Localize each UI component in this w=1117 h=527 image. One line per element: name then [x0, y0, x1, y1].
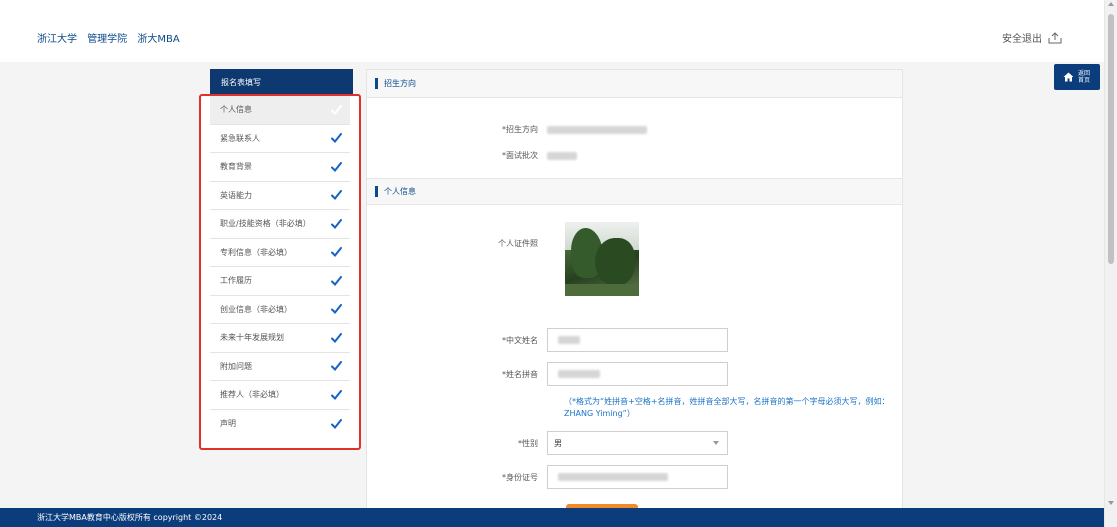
checkmark-icon	[331, 361, 342, 372]
page-scrollbar[interactable]	[1104, 0, 1117, 527]
home-button[interactable]: 返回首页	[1054, 64, 1100, 90]
pinyin-input[interactable]	[547, 362, 728, 386]
direction-value-redacted	[547, 125, 647, 134]
sidebar-step-label: 推荐人（非必填）	[220, 390, 284, 400]
top-bar: 浙江大学 管理学院 浙大MBA 安全退出	[0, 0, 1104, 62]
link-zju[interactable]: 浙江大学	[37, 34, 77, 45]
footer: 浙江大学MBA教育中心版权所有 copyright ©2024	[0, 508, 1104, 527]
chinese-name-redacted	[558, 336, 580, 344]
sidebar-step-item[interactable]: 职业/技能资格（非必填）	[210, 210, 350, 239]
interview-batch-value-redacted	[547, 151, 577, 160]
id-number-label: *身份证号	[502, 472, 538, 482]
sidebar-step-item[interactable]: 个人信息	[210, 96, 350, 125]
row-interview-batch: *面试批次	[367, 150, 577, 161]
checkmark-icon	[331, 161, 342, 172]
section-title-personal: 个人信息	[384, 187, 416, 196]
chinese-name-label: *中文姓名	[502, 335, 538, 345]
sidebar-step-item[interactable]: 附加问题	[210, 353, 350, 381]
sidebar-step-label: 紧急联系人	[220, 133, 260, 143]
sidebar-step-item[interactable]: 创业信息（非必填）	[210, 296, 350, 324]
photo-label: 个人证件照	[498, 239, 538, 248]
sidebar-step-item[interactable]: 声明	[210, 410, 350, 439]
chinese-name-input[interactable]	[547, 328, 728, 352]
sidebar-title: 报名表填写	[210, 69, 353, 94]
id-photo[interactable]	[565, 222, 639, 296]
row-id-number: *身份证号	[367, 465, 728, 489]
checkmark-icon	[331, 418, 342, 429]
checkmark-icon	[331, 389, 342, 400]
section-title-direction: 招生方向	[384, 79, 416, 88]
sidebar-step-label: 附加问题	[220, 361, 252, 371]
id-number-input[interactable]	[547, 465, 728, 489]
sidebar-step-label: 创业信息（非必填）	[220, 304, 292, 314]
scroll-down-arrow[interactable]	[1108, 501, 1114, 505]
section-marker	[375, 186, 378, 197]
scroll-thumb[interactable]	[1108, 14, 1114, 264]
brand-links: 浙江大学 管理学院 浙大MBA	[37, 30, 187, 45]
sidebar-step-item[interactable]: 未来十年发展规划	[210, 324, 350, 353]
home-icon	[1063, 72, 1074, 82]
pinyin-label: *姓名拼音	[502, 369, 538, 379]
direction-label: *招生方向	[502, 125, 538, 134]
chevron-down-icon	[713, 441, 719, 445]
gender-label: *性别	[518, 438, 538, 448]
row-gender: *性别 男	[367, 431, 728, 455]
checkmark-icon	[331, 247, 342, 258]
section-header-direction: 招生方向	[367, 70, 902, 98]
sidebar-step-label: 个人信息	[220, 105, 252, 115]
sidebar-step-item[interactable]: 工作履历	[210, 267, 350, 296]
interview-batch-label: *面试批次	[502, 151, 538, 160]
section-header-personal: 个人信息	[367, 178, 902, 205]
link-mba[interactable]: 浙大MBA	[137, 34, 179, 45]
logout-icon	[1048, 31, 1062, 43]
sidebar-step-item[interactable]: 紧急联系人	[210, 125, 350, 153]
sidebar-step-label: 英语能力	[220, 190, 252, 200]
link-som[interactable]: 管理学院	[87, 34, 127, 45]
application-form: 招生方向 *招生方向 *面试批次 个人信息 个人证件照 *中文姓名 *姓名拼音 …	[366, 69, 903, 510]
sidebar-step-label: 职业/技能资格（非必填）	[220, 219, 311, 229]
logout-label: 安全退出	[1002, 34, 1042, 45]
logout-button[interactable]: 安全退出	[1002, 30, 1062, 45]
pinyin-format-hint: （*格式为“姓拼音+空格+名拼音，姓拼音全部大写，名拼音的第一个字母必须大写，例…	[564, 397, 890, 418]
sidebar-step-item[interactable]: 英语能力	[210, 182, 350, 210]
checkmark-icon	[331, 104, 342, 115]
row-direction: *招生方向	[367, 124, 647, 135]
gender-select[interactable]: 男	[547, 431, 728, 455]
sidebar-step-list: 个人信息紧急联系人教育背景英语能力职业/技能资格（非必填） 专利信息（非必填） 工作…	[199, 94, 361, 450]
row-chinese-name: *中文姓名	[367, 328, 728, 352]
form-sidebar: 报名表填写 个人信息紧急联系人教育背景英语能力职业/技能资格（非必填） 专利信息（…	[199, 69, 361, 450]
section-marker	[375, 78, 378, 89]
checkmark-icon	[331, 304, 342, 315]
sidebar-step-label: 教育背景	[220, 162, 252, 172]
row-pinyin: *姓名拼音	[367, 362, 728, 386]
scroll-up-arrow[interactable]	[1108, 2, 1114, 6]
id-number-redacted	[558, 473, 668, 481]
checkmark-icon	[331, 190, 342, 201]
row-photo: 个人证件照	[367, 238, 547, 249]
copyright-text: 浙江大学MBA教育中心版权所有 copyright ©2024	[37, 513, 223, 522]
sidebar-step-item[interactable]: 专利信息（非必填）	[210, 239, 350, 267]
checkmark-icon	[331, 275, 342, 286]
home-button-label: 返回首页	[1077, 70, 1090, 84]
gender-value: 男	[554, 438, 562, 448]
checkmark-icon	[331, 332, 342, 343]
sidebar-step-label: 工作履历	[220, 276, 252, 286]
sidebar-step-label: 专利信息（非必填）	[220, 247, 292, 257]
sidebar-step-label: 声明	[220, 419, 236, 429]
sidebar-step-item[interactable]: 推荐人（非必填）	[210, 381, 350, 410]
sidebar-step-label: 未来十年发展规划	[220, 333, 284, 343]
checkmark-icon	[331, 218, 342, 229]
pinyin-redacted	[558, 370, 600, 378]
sidebar-step-item[interactable]: 教育背景	[210, 153, 350, 182]
checkmark-icon	[331, 133, 342, 144]
